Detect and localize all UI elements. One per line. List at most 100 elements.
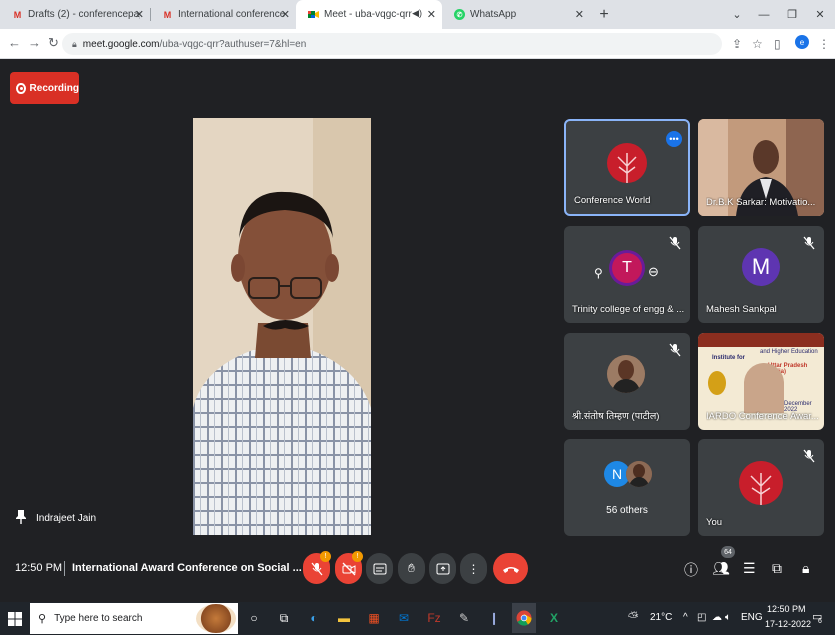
mic-off-icon bbox=[803, 236, 815, 250]
whatsapp-icon: ✆ bbox=[454, 9, 465, 20]
close-icon[interactable]: ✕ bbox=[135, 8, 144, 21]
more-vert-icon: ⋮ bbox=[467, 561, 480, 576]
pin-icon[interactable]: ⚲ bbox=[594, 266, 603, 280]
app-icon[interactable]: ✎ bbox=[455, 609, 473, 627]
profile-avatar[interactable]: e bbox=[795, 35, 809, 49]
mic-off-icon bbox=[803, 449, 815, 463]
people-icon[interactable]: 👥︎ bbox=[712, 560, 730, 577]
meeting-clock: 12:50 PM bbox=[15, 562, 63, 574]
divider bbox=[64, 561, 65, 576]
participant-tile-santosh-timhan[interactable]: श्री.संतोष तिम्हण (पाटील) bbox=[564, 333, 690, 430]
host-controls-icon[interactable]: 🔒︎ bbox=[802, 560, 809, 577]
participant-tile-iardo-conference[interactable]: Institute for and Higher Education Uttar… bbox=[698, 333, 824, 430]
meeting-title: International Award Conference on Social… bbox=[72, 562, 302, 574]
participant-tile-dr-bk-sarkar[interactable]: Dr.B.K Sarkar: Motivatio... bbox=[698, 119, 824, 216]
tray-overflow-icon[interactable]: ^ bbox=[683, 612, 688, 623]
participant-avatar: T bbox=[612, 253, 642, 283]
participant-tile-you[interactable]: You bbox=[698, 439, 824, 536]
share-icon[interactable]: ⇪ bbox=[732, 37, 742, 51]
close-icon[interactable]: ✕ bbox=[427, 8, 436, 21]
present-icon bbox=[436, 563, 449, 574]
tab-search-chevron-icon[interactable]: ⌄ bbox=[723, 0, 751, 29]
notification-count: 6 bbox=[818, 618, 822, 625]
close-window-button[interactable]: ✕ bbox=[806, 0, 834, 29]
gmail-icon: M bbox=[13, 9, 22, 20]
remove-icon[interactable]: ⊖ bbox=[648, 264, 659, 280]
volume-icon[interactable]: 🔈︎ bbox=[725, 612, 731, 623]
tab-gmail-drafts[interactable]: M Drafts (2) - conferencepaper626 ✕ bbox=[0, 0, 150, 29]
excel-icon[interactable]: X bbox=[545, 609, 563, 627]
bookmark-star-icon[interactable]: ☆ bbox=[752, 37, 763, 51]
leave-call-button[interactable] bbox=[493, 553, 528, 584]
edge-icon[interactable]: ◐ bbox=[305, 609, 323, 627]
award-emblem-icon bbox=[708, 371, 726, 395]
taskbar-time[interactable]: 12:50 PM bbox=[767, 604, 806, 614]
side-panel-icon[interactable]: ▯ bbox=[774, 37, 781, 51]
more-options-button[interactable]: ⋮ bbox=[460, 553, 487, 584]
gmail-icon: M bbox=[163, 9, 172, 20]
search-highlight-icon bbox=[196, 604, 236, 633]
raise-hand-button[interactable]: ✋︎ bbox=[398, 553, 425, 584]
recording-indicator: Recording bbox=[10, 72, 79, 104]
more-options-icon[interactable]: ••• bbox=[666, 131, 682, 147]
participant-avatar bbox=[626, 461, 652, 487]
present-screen-button[interactable] bbox=[429, 553, 456, 584]
forward-arrow-icon[interactable]: → bbox=[28, 35, 41, 50]
tab-meet[interactable]: Meet - uba-vqgc-qrr ◀) ✕ bbox=[296, 0, 442, 29]
file-explorer-icon[interactable]: ▬ bbox=[335, 609, 353, 627]
pin-icon[interactable] bbox=[16, 510, 26, 527]
meet-icon bbox=[308, 9, 319, 20]
tab-whatsapp[interactable]: ✆ WhatsApp ✕ bbox=[442, 0, 590, 29]
maximize-button[interactable]: ❐ bbox=[778, 0, 806, 29]
network-icon[interactable]: ◰ bbox=[697, 612, 706, 623]
tab-international-conference-mail[interactable]: M International conference Mail ✕ bbox=[150, 0, 296, 29]
mic-off-icon bbox=[669, 343, 681, 357]
participant-tile-others[interactable]: N 56 others bbox=[564, 439, 690, 536]
cloud-icon[interactable]: ☁ bbox=[712, 612, 722, 623]
captions-icon bbox=[373, 563, 386, 574]
participant-tile-trinity-college[interactable]: ⚲ T ⊖ Trinity college of engg & ... bbox=[564, 226, 690, 323]
reload-icon[interactable]: ↻ bbox=[48, 35, 59, 51]
minimize-button[interactable]: — bbox=[750, 0, 778, 29]
taskbar-search-box[interactable]: ⚲ Type here to search bbox=[30, 603, 238, 634]
participant-avatar: M bbox=[742, 248, 780, 286]
portrait-image bbox=[744, 363, 784, 413]
taskbar-date[interactable]: 17-12-2022 bbox=[765, 619, 811, 629]
new-tab-button[interactable]: + bbox=[590, 0, 618, 29]
address-bar: ← → ↻ 🔒︎ meet.google.com /uba-vqgc-qrr?a… bbox=[0, 29, 835, 59]
cortana-icon[interactable]: ○ bbox=[245, 609, 263, 627]
camera-warning-badge: ! bbox=[352, 551, 363, 562]
chrome-icon[interactable] bbox=[512, 603, 536, 633]
camera-off-icon bbox=[342, 562, 355, 575]
participant-tile-conference-world[interactable]: ••• Conference World bbox=[564, 119, 690, 216]
close-icon[interactable]: ✕ bbox=[281, 8, 290, 21]
url-field[interactable]: 🔒︎ meet.google.com /uba-vqgc-qrr?authuse… bbox=[62, 33, 722, 55]
language-indicator[interactable]: ENG bbox=[741, 612, 763, 623]
chat-icon[interactable]: ☰ bbox=[743, 560, 756, 577]
weather-icon: ⛅︎ bbox=[628, 609, 639, 624]
search-icon: ⚲ bbox=[38, 613, 47, 625]
active-speaker-label: Indrajeet Jain bbox=[16, 510, 96, 527]
hang-up-icon bbox=[502, 566, 519, 573]
filezilla-icon[interactable]: Fz bbox=[425, 609, 443, 627]
store-icon[interactable]: ▦ bbox=[365, 609, 383, 627]
mic-off-icon bbox=[669, 236, 681, 250]
close-icon[interactable]: ✕ bbox=[575, 8, 584, 21]
windows-start-icon[interactable] bbox=[6, 610, 24, 628]
weather-temp[interactable]: 21°C bbox=[650, 612, 672, 623]
participant-tile-mahesh-sankpal[interactable]: M Mahesh Sankpal bbox=[698, 226, 824, 323]
back-arrow-icon[interactable]: ← bbox=[8, 35, 21, 50]
captions-button[interactable] bbox=[366, 553, 393, 584]
mic-off-icon bbox=[311, 562, 322, 575]
activities-icon[interactable]: ⧉ bbox=[772, 560, 782, 577]
speaker-video-image bbox=[193, 118, 371, 535]
speaker-audio-icon[interactable]: ◀) bbox=[412, 8, 422, 19]
task-view-icon[interactable]: ⧉ bbox=[275, 609, 293, 627]
main-speaker-video bbox=[193, 118, 371, 535]
browser-tab-strip: M Drafts (2) - conferencepaper626 ✕ M In… bbox=[0, 0, 835, 29]
mail-icon[interactable]: ✉ bbox=[395, 609, 413, 627]
app-icon-2[interactable]: ❙ bbox=[485, 609, 503, 627]
participant-avatar bbox=[607, 355, 645, 393]
meeting-info-icon[interactable]: ⓘ bbox=[684, 560, 698, 580]
more-menu-icon[interactable]: ⋮ bbox=[818, 37, 830, 51]
